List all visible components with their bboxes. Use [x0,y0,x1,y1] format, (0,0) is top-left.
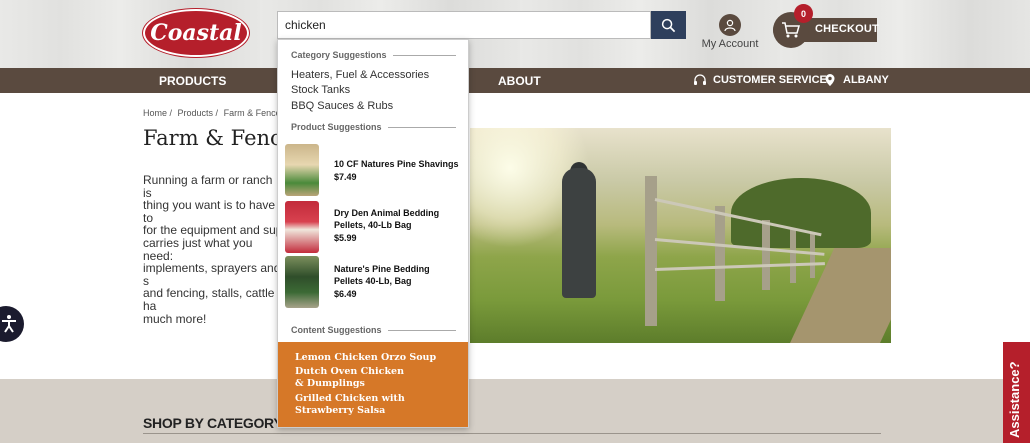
product-name: Nature's Pine Bedding Pellets 40-Lb, Bag [334,264,430,286]
product-price: $6.49 [334,289,357,299]
product-suggestion[interactable]: Nature's Pine Bedding Pellets 40-Lb, Bag… [285,256,463,312]
coastal-logo[interactable]: Coastal [143,9,249,57]
product-suggestion[interactable]: 10 CF Natures Pine Shavings $7.49 [285,144,463,200]
headset-icon [694,74,706,85]
section-divider [143,433,881,434]
assistance-label: Assistance? [1007,361,1022,438]
page-description: Running a farm or ranch is thing you wan… [143,173,283,326]
product-price: $7.49 [334,172,357,182]
page-title: Farm & Fence [143,126,295,150]
product-price: $5.99 [334,233,357,243]
content-suggestion[interactable]: Dutch Oven Chicken & Dumplings [295,366,415,390]
category-suggestions-heading: Category Suggestions [291,50,456,60]
breadcrumb-current: Farm & Fence [223,108,281,118]
assistance-tab[interactable]: Assistance? [1003,342,1030,443]
nav-store-location[interactable]: ALBANY [843,74,889,86]
product-image [285,201,319,253]
product-name: 10 CF Natures Pine Shavings [334,159,459,169]
location-pin-icon [825,74,835,86]
logo-text: Coastal [150,20,242,46]
breadcrumb: Home / Products / Farm & Fence [143,108,284,118]
breadcrumb-products[interactable]: Products / [178,108,219,118]
hero-image [470,128,891,343]
my-account-link[interactable]: My Account [698,14,762,50]
search-suggestions-dropdown: Category Suggestions Heaters, Fuel & Acc… [277,39,469,428]
shop-by-category-heading: SHOP BY CATEGORY [143,415,283,431]
product-image [285,144,319,196]
breadcrumb-home[interactable]: Home / [143,108,172,118]
product-suggestions-heading: Product Suggestions [291,122,456,132]
cart-count-badge: 0 [794,4,813,23]
category-suggestion[interactable]: Stock Tanks [291,84,350,96]
nav-about[interactable]: ABOUT [498,74,541,88]
search-icon [661,18,676,32]
my-account-label: My Account [701,38,759,50]
main-nav: PRODUCTS ABOUT CUSTOMER SERVICE ALBANY [0,68,1030,93]
nav-products[interactable]: PRODUCTS [159,74,226,88]
accessibility-icon [2,315,16,333]
product-suggestion[interactable]: Dry Den Animal Bedding Pellets, 40-Lb Ba… [285,201,463,257]
content-suggestion[interactable]: Lemon Chicken Orzo Soup [295,352,445,364]
category-suggestion[interactable]: BBQ Sauces & Rubs [291,100,393,112]
checkout-label[interactable]: CHECKOUT [815,23,879,35]
accessibility-button[interactable] [0,306,24,342]
category-suggestion[interactable]: Heaters, Fuel & Accessories [291,69,429,81]
nav-customer-service[interactable]: CUSTOMER SERVICE [713,74,827,86]
product-name: Dry Den Animal Bedding Pellets, 40-Lb Ba… [334,208,440,230]
search-button[interactable] [651,11,686,39]
content-suggestion[interactable]: Grilled Chicken with Strawberry Salsa [295,393,415,417]
search-input[interactable] [277,11,651,39]
content-suggestions-panel: Lemon Chicken Orzo Soup Dutch Oven Chick… [278,342,468,427]
product-image [285,256,319,308]
user-icon [719,14,741,36]
content-suggestions-heading: Content Suggestions [291,325,456,335]
